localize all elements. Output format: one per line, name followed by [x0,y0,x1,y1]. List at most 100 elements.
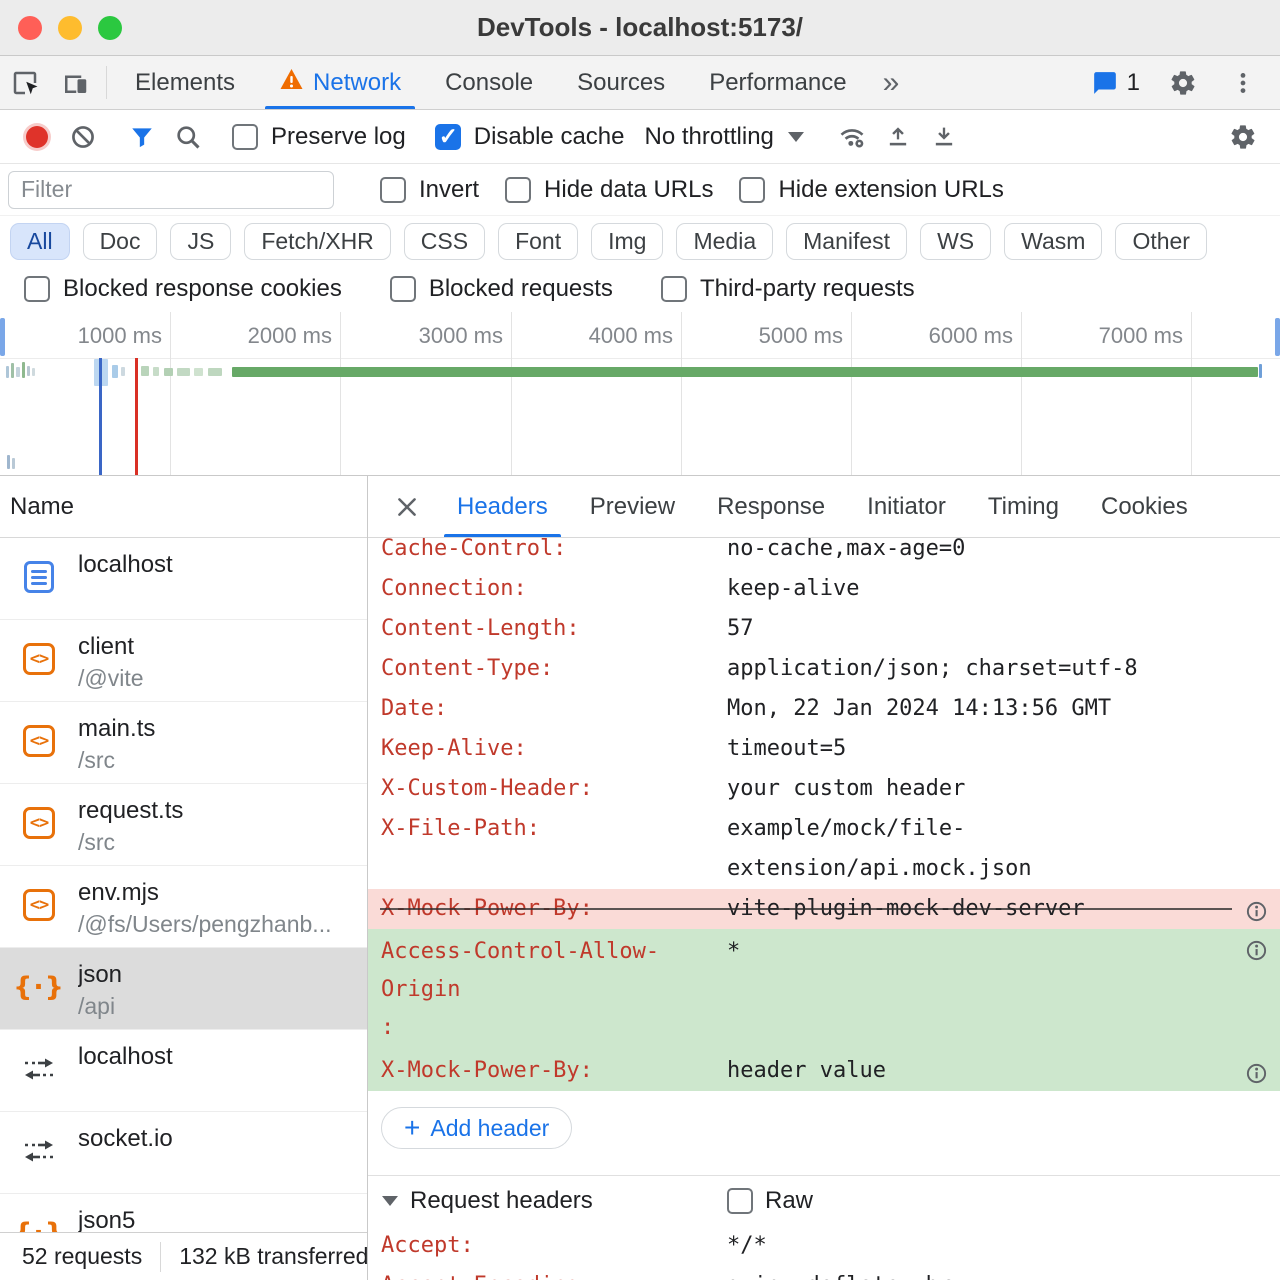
overview-right-handle[interactable] [1275,318,1280,356]
chip-doc[interactable]: Doc [83,223,158,260]
filter-funnel-icon[interactable] [119,115,165,159]
request-row[interactable]: <>request.ts/src [0,784,367,866]
details-tab-timing[interactable]: Timing [967,476,1080,537]
request-name: socket.io [78,1125,361,1153]
chip-fetch-xhr[interactable]: Fetch/XHR [244,223,390,260]
request-row[interactable]: <>client/@vite [0,620,367,702]
checkbox-unchecked[interactable] [232,124,258,150]
info-icon[interactable] [1245,1059,1268,1099]
waterfall-bar [32,368,35,376]
add-header-button[interactable]: + Add header [381,1107,572,1149]
close-details-icon[interactable] [378,476,436,537]
details-tab-response[interactable]: Response [696,476,846,537]
panel-tabs: ElementsNetworkConsoleSourcesPerformance [113,56,869,109]
hide-extension-urls-checkbox[interactable]: Hide extension URLs [731,176,1011,204]
hide-data-urls-label: Hide data URLs [544,176,713,204]
invert-checkbox[interactable]: Invert [372,176,487,204]
tab-elements[interactable]: Elements [113,56,257,109]
response-header-row: Keep-Alive:timeout=5 [368,729,1280,769]
clear-network-log-button[interactable] [60,115,106,159]
raw-checkbox[interactable]: Raw [727,1187,813,1215]
checkbox-unchecked[interactable] [505,177,531,203]
request-name: json5 [78,1207,361,1235]
export-har-icon[interactable] [875,115,921,159]
minimize-window-button[interactable] [58,16,82,40]
throttling-dropdown[interactable]: No throttling [632,123,815,151]
transferred-size: 132 kB transferred [179,1243,367,1270]
chip-other[interactable]: Other [1115,223,1207,260]
script-icon: <> [23,643,55,675]
waterfall-bar [194,368,203,376]
hide-data-urls-checkbox[interactable]: Hide data URLs [497,176,721,204]
close-window-button[interactable] [18,16,42,40]
search-icon[interactable] [165,115,211,159]
request-row[interactable]: socket.io [0,1112,367,1194]
info-icon[interactable] [1245,937,1268,975]
details-tab-initiator[interactable]: Initiator [846,476,967,537]
kebab-menu-icon[interactable] [1218,69,1268,97]
checkbox-unchecked[interactable] [727,1188,753,1214]
request-row[interactable]: localhost [0,1030,367,1112]
chip-manifest[interactable]: Manifest [786,223,907,260]
disable-cache-checkbox[interactable]: Disable cache [427,123,633,151]
chip-wasm[interactable]: Wasm [1004,223,1102,260]
network-settings-gear-icon[interactable] [1220,115,1266,159]
chip-media[interactable]: Media [676,223,773,260]
header-name-text[interactable]: Access-Control-Allow-Origin [381,933,727,1009]
header-name[interactable]: X-Mock-Power-By: [381,889,727,929]
chip-css[interactable]: CSS [404,223,485,260]
details-tab-headers[interactable]: Headers [436,476,569,537]
timeline-gridline [1021,312,1022,475]
chip-img[interactable]: Img [591,223,663,260]
script-icon: <> [22,724,56,758]
settings-gear-icon[interactable] [1158,69,1208,97]
inspect-element-icon[interactable] [0,56,50,109]
chip-ws[interactable]: WS [920,223,991,260]
tab-sources[interactable]: Sources [555,56,687,109]
third-party-requests-checkbox[interactable]: Third-party requests [653,275,923,303]
network-conditions-icon[interactable] [829,115,875,159]
raw-label: Raw [765,1187,813,1215]
overview-left-handle[interactable] [0,318,5,356]
header-name[interactable]: X-Mock-Power-By: [381,1051,727,1091]
request-row[interactable]: {·}json/api [0,948,367,1030]
blocked-requests-checkbox[interactable]: Blocked requests [382,275,621,303]
record-network-log-button[interactable] [14,115,60,159]
device-toolbar-icon[interactable] [50,56,100,109]
request-headers-section-header[interactable]: Request headers Raw [368,1176,1280,1226]
checkbox-unchecked[interactable] [24,276,50,302]
tab-performance[interactable]: Performance [687,56,868,109]
more-tabs-button[interactable]: » [869,56,914,109]
header-name: X-Custom-Header: [381,769,727,809]
details-tab-preview[interactable]: Preview [569,476,696,537]
checkbox-unchecked[interactable] [390,276,416,302]
blocked-response-cookies-checkbox[interactable]: Blocked response cookies [16,275,350,303]
tab-console[interactable]: Console [423,56,555,109]
details-tab-cookies[interactable]: Cookies [1080,476,1209,537]
request-row[interactable]: localhost [0,538,367,620]
filter-input[interactable] [8,171,334,209]
checkbox-unchecked[interactable] [661,276,687,302]
import-har-icon[interactable] [921,115,967,159]
request-row[interactable]: <>main.ts/src [0,702,367,784]
header-value[interactable]: header value [727,1051,1280,1091]
checkbox-unchecked[interactable] [739,177,765,203]
tab-network[interactable]: Network [257,56,423,109]
chip-font[interactable]: Font [498,223,578,260]
maximize-window-button[interactable] [98,16,122,40]
checkbox-checked[interactable] [435,124,461,150]
request-name: localhost [78,1043,361,1071]
checkbox-unchecked[interactable] [380,177,406,203]
script-icon: <> [22,806,56,840]
header-value[interactable]: * [727,933,1280,1047]
name-column-header[interactable]: Name [0,476,367,538]
devtools-tabbar: ElementsNetworkConsoleSourcesPerformance… [0,56,1280,110]
chip-all[interactable]: All [10,223,70,260]
header-name[interactable]: Access-Control-Allow-Origin: [381,933,727,1047]
chip-js[interactable]: JS [170,223,231,260]
network-overview-timeline[interactable]: 1000 ms2000 ms3000 ms4000 ms5000 ms6000 … [0,312,1280,476]
response-header-row: Access-Control-Allow-Origin:* [368,929,1280,1051]
preserve-log-checkbox[interactable]: Preserve log [224,123,414,151]
request-row[interactable]: <>env.mjs/@fs/Users/pengzhanb... [0,866,367,948]
console-messages-button[interactable]: 1 [1083,69,1148,97]
